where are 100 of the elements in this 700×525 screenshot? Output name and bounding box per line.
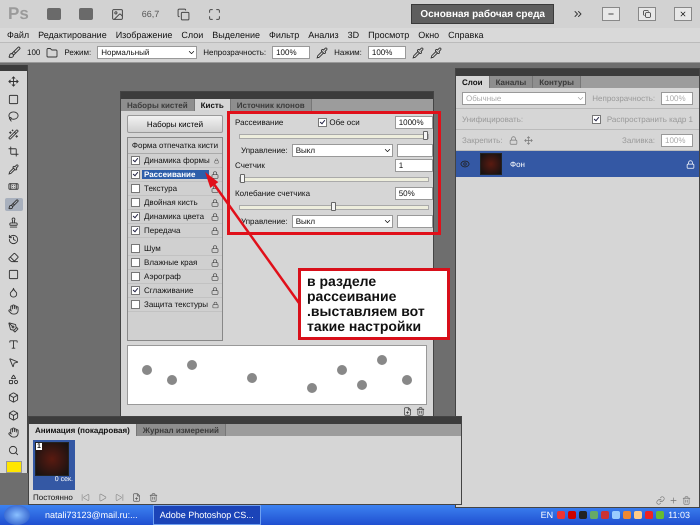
new-preset-icon[interactable] <box>403 407 412 416</box>
opacity-field[interactable]: 100% <box>272 46 310 59</box>
brush-preset-icon[interactable] <box>8 46 21 59</box>
lock-icon[interactable] <box>211 272 219 280</box>
slider-thumb[interactable] <box>240 174 245 183</box>
option-checkbox[interactable] <box>131 258 140 267</box>
option-checkbox[interactable] <box>131 156 140 165</box>
lock-icon[interactable] <box>211 258 219 266</box>
zoom-level[interactable]: 66,7 <box>142 9 160 19</box>
menu-item[interactable]: Файл <box>7 30 30 40</box>
foreground-color-swatch[interactable] <box>6 460 22 474</box>
caret-icon[interactable] <box>187 48 196 57</box>
arrange-icon[interactable] <box>177 8 190 20</box>
caret-icon[interactable] <box>382 146 392 155</box>
control-field[interactable] <box>396 215 433 228</box>
lock-position-icon[interactable] <box>524 136 533 144</box>
propagate-label: Распространить кадр 1 <box>606 114 693 124</box>
option-checkbox[interactable] <box>131 184 140 193</box>
more-icon[interactable] <box>572 8 584 20</box>
brush-tool-icon[interactable] <box>4 198 22 212</box>
restore-button[interactable] <box>638 7 656 21</box>
lock-icon[interactable] <box>212 300 219 308</box>
mode-select[interactable]: Нормальный <box>97 46 198 59</box>
menu-item[interactable]: Слои <box>181 30 204 40</box>
new-frame-icon[interactable] <box>132 493 141 502</box>
loop-select[interactable]: Постоянно <box>33 493 73 502</box>
propagate-checkbox[interactable] <box>592 114 601 124</box>
slider-thumb[interactable] <box>422 131 428 140</box>
option-label[interactable]: Динамика формы <box>142 156 212 165</box>
menu-item[interactable]: Окно <box>418 30 440 40</box>
control-label: Управление: <box>241 217 288 226</box>
lock-icon[interactable] <box>211 170 219 178</box>
slider-track[interactable] <box>239 134 429 139</box>
option-label[interactable]: Сглаживание <box>142 286 209 295</box>
delete-icon[interactable] <box>148 493 158 502</box>
slider-track[interactable] <box>239 205 429 210</box>
link-icon[interactable] <box>656 496 665 504</box>
option-label[interactable]: Шум <box>142 244 209 253</box>
scatter-label: Рассеивание <box>235 118 284 127</box>
option-checkbox[interactable] <box>131 212 140 221</box>
layer-row[interactable]: Фон <box>456 151 699 177</box>
brush-size[interactable]: 100 <box>27 48 40 57</box>
option-checkbox[interactable] <box>131 226 140 235</box>
caret-icon[interactable] <box>382 217 392 226</box>
taskbar-button[interactable]: Adobe Photoshop CS... <box>152 505 261 525</box>
list-title[interactable]: Форма отпечатка кисти <box>128 138 222 154</box>
panel-tab[interactable]: Кисть <box>194 99 231 111</box>
option-checkbox[interactable] <box>131 198 140 207</box>
control-field[interactable] <box>396 144 433 157</box>
lock-icon[interactable] <box>211 212 219 220</box>
delete-icon[interactable] <box>416 407 425 416</box>
option-label[interactable]: Текстура <box>142 184 209 193</box>
menu-item[interactable]: 3D <box>348 30 360 40</box>
workspace-button[interactable]: Основная рабочая среда <box>411 4 554 24</box>
count-jitter-field[interactable]: 50% <box>394 187 433 200</box>
menu-item[interactable]: Редактирование <box>38 30 107 40</box>
menu-item[interactable]: Фильтр <box>269 30 300 40</box>
option-checkbox[interactable] <box>131 286 140 295</box>
slider-thumb[interactable] <box>331 202 336 211</box>
option-label[interactable]: Влажные края <box>142 258 209 267</box>
start-button[interactable] <box>4 505 30 525</box>
menu-item[interactable]: Просмотр <box>368 30 410 40</box>
option-label[interactable]: Защита текстуры <box>142 300 210 309</box>
brush-presets-button[interactable]: Наборы кистей <box>127 115 223 133</box>
panel-tab[interactable]: Анимация (покадровая) <box>29 424 137 436</box>
view-extras-icon[interactable] <box>110 8 124 20</box>
option-checkbox[interactable] <box>131 244 140 253</box>
panel-tab[interactable]: Слои <box>456 76 490 88</box>
option-label[interactable]: Рассеивание <box>142 170 209 179</box>
option-label[interactable]: Аэрограф <box>142 272 209 281</box>
language-indicator[interactable]: EN <box>540 510 554 520</box>
menu-item[interactable]: Справка <box>448 30 484 40</box>
option-checkbox[interactable] <box>131 170 140 179</box>
both-axes-checkbox[interactable] <box>318 118 328 127</box>
pressure-field[interactable]: 100% <box>368 46 406 59</box>
lock-icon[interactable] <box>214 156 219 164</box>
menu-item[interactable]: Изображение <box>116 30 172 40</box>
menu-item[interactable]: Анализ <box>308 30 339 40</box>
screen-mode-icon[interactable] <box>208 8 222 20</box>
taskbar-button[interactable]: natali73123@mail.ru:... <box>38 505 145 525</box>
lock-icon[interactable] <box>211 198 219 206</box>
control-select[interactable]: Выкл <box>292 144 393 157</box>
menu-item[interactable]: Выделение <box>212 30 260 40</box>
option-checkbox[interactable] <box>131 272 140 281</box>
option-label[interactable]: Двойная кисть <box>142 198 209 207</box>
lock-transparency-icon[interactable] <box>508 136 518 144</box>
option-label[interactable]: Динамика цвета <box>142 212 209 221</box>
option-label[interactable]: Передача <box>142 226 209 235</box>
option-checkbox[interactable] <box>131 300 140 309</box>
lock-icon[interactable] <box>211 244 219 252</box>
scatter-field[interactable]: 1000% <box>394 116 433 129</box>
control-select[interactable]: Выкл <box>292 215 393 228</box>
lock-icon[interactable] <box>211 226 219 234</box>
restore-icon[interactable] <box>643 10 651 18</box>
close-icon[interactable] <box>679 10 687 18</box>
lock-icon[interactable] <box>211 286 219 294</box>
slider-track[interactable] <box>239 177 429 182</box>
pressure-label: Нажим: <box>334 48 362 57</box>
visibility-toggle[interactable] <box>460 159 472 169</box>
count-field[interactable]: 1 <box>394 159 433 172</box>
